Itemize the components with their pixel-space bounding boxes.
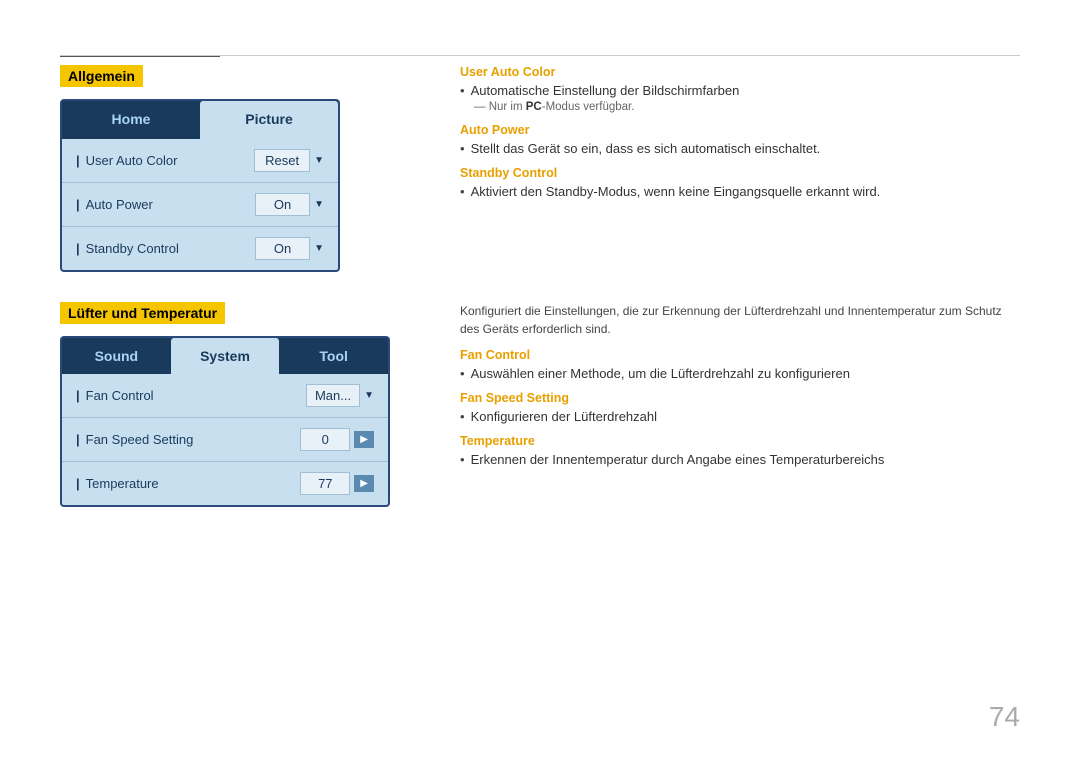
section1-allgemein: Allgemein Home Picture User Auto Color R… [60, 65, 1020, 272]
desc-sub-uac: Nur im PC-Modus verfügbar. [474, 101, 1020, 113]
desc-text-ap1: Stellt das Gerät so ein, dass es sich au… [471, 141, 821, 156]
user-auto-color-box: Reset [254, 149, 310, 172]
section2-right: Konfiguriert die Einstellungen, die zur … [460, 302, 1020, 507]
desc-text-fc1: Auswählen einer Methode, um die Lüfterdr… [471, 366, 850, 381]
section2-left: Lüfter und Temperatur Sound System Tool … [60, 302, 400, 507]
fan-speed-box: 0 [300, 428, 350, 451]
auto-power-label: Auto Power [76, 197, 153, 212]
tab-picture[interactable]: Picture [200, 101, 338, 139]
section1-title: Allgemein [60, 65, 143, 87]
desc-text-fs1: Konfigurieren der Lüfterdrehzahl [471, 409, 657, 424]
standby-control-label: Standby Control [76, 241, 179, 256]
desc-title-temperature: Temperature [460, 434, 1020, 448]
fan-tabs: Sound System Tool [62, 338, 388, 374]
auto-power-box: On [255, 193, 310, 216]
fan-speed-value[interactable]: 0 ▶ [300, 428, 374, 451]
temperature-box: 77 [300, 472, 350, 495]
page: Allgemein Home Picture User Auto Color R… [0, 0, 1080, 763]
fan-control-box: Man... [306, 384, 360, 407]
pc-highlight: PC [526, 101, 542, 113]
fan-control-arrow[interactable]: ▼ [364, 390, 374, 401]
luefter-menu: Sound System Tool Fan Control Man... ▼ [60, 336, 390, 507]
allgemein-menu-items: User Auto Color Reset ▼ Auto Power On ▼ [62, 139, 338, 270]
section2-title: Lüfter und Temperatur [60, 302, 225, 324]
temperature-value[interactable]: 77 ▶ [300, 472, 374, 495]
desc-bullet-fs1: Konfigurieren der Lüfterdrehzahl [460, 409, 1020, 424]
desc-title-fan-control: Fan Control [460, 348, 1020, 362]
temperature-right-arrow[interactable]: ▶ [354, 475, 374, 492]
user-auto-color-value[interactable]: Reset ▼ [254, 149, 324, 172]
desc-title-user-auto-color: User Auto Color [460, 65, 1020, 79]
temperature-label: Temperature [76, 476, 159, 491]
menu-item-temperature: Temperature 77 ▶ [62, 462, 388, 505]
fan-control-value[interactable]: Man... ▼ [306, 384, 374, 407]
desc-text-sc1: Aktiviert den Standby-Modus, wenn keine … [471, 184, 881, 199]
desc-title-fan-speed: Fan Speed Setting [460, 391, 1020, 405]
menu-item-user-auto-color: User Auto Color Reset ▼ [62, 139, 338, 183]
allgemein-tabs: Home Picture [62, 101, 338, 139]
menu-item-fan-control: Fan Control Man... ▼ [62, 374, 388, 418]
desc-title-auto-power: Auto Power [460, 123, 1020, 137]
desc-bullet-temp1: Erkennen der Innentemperatur durch Angab… [460, 452, 1020, 467]
section2-intro: Konfiguriert die Einstellungen, die zur … [460, 302, 1020, 338]
user-auto-color-arrow[interactable]: ▼ [314, 155, 324, 166]
section1-left: Allgemein Home Picture User Auto Color R… [60, 65, 400, 272]
menu-item-fan-speed: Fan Speed Setting 0 ▶ [62, 418, 388, 462]
page-number: 74 [989, 701, 1020, 733]
tab-tool[interactable]: Tool [279, 338, 388, 374]
top-rule [60, 55, 1020, 56]
fan-speed-label: Fan Speed Setting [76, 432, 193, 447]
desc-bullet-uac1: Automatische Einstellung der Bildschirmf… [460, 83, 1020, 98]
fan-control-label: Fan Control [76, 388, 154, 403]
section1-right: User Auto Color Automatische Einstellung… [460, 65, 1020, 272]
desc-text-temp1: Erkennen der Innentemperatur durch Angab… [471, 452, 885, 467]
desc-bullet-fc1: Auswählen einer Methode, um die Lüfterdr… [460, 366, 1020, 381]
standby-control-value[interactable]: On ▼ [255, 237, 324, 260]
desc-bullet-sc1: Aktiviert den Standby-Modus, wenn keine … [460, 184, 1020, 199]
tab-system[interactable]: System [171, 338, 280, 374]
standby-control-arrow[interactable]: ▼ [314, 243, 324, 254]
auto-power-value[interactable]: On ▼ [255, 193, 324, 216]
desc-title-standby-control: Standby Control [460, 166, 1020, 180]
tab-home[interactable]: Home [62, 101, 200, 139]
tab-sound[interactable]: Sound [62, 338, 171, 374]
fan-speed-right-arrow[interactable]: ▶ [354, 431, 374, 448]
standby-control-box: On [255, 237, 310, 260]
menu-item-standby-control: Standby Control On ▼ [62, 227, 338, 270]
sections-wrapper: Allgemein Home Picture User Auto Color R… [60, 65, 1020, 507]
allgemein-menu: Home Picture User Auto Color Reset ▼ [60, 99, 340, 272]
menu-item-auto-power: Auto Power On ▼ [62, 183, 338, 227]
auto-power-arrow[interactable]: ▼ [314, 199, 324, 210]
desc-text-uac1: Automatische Einstellung der Bildschirmf… [471, 83, 740, 98]
fan-menu-items: Fan Control Man... ▼ Fan Speed Setting 0… [62, 374, 388, 505]
desc-bullet-ap1: Stellt das Gerät so ein, dass es sich au… [460, 141, 1020, 156]
section2-luefter: Lüfter und Temperatur Sound System Tool … [60, 302, 1020, 507]
user-auto-color-label: User Auto Color [76, 153, 177, 168]
